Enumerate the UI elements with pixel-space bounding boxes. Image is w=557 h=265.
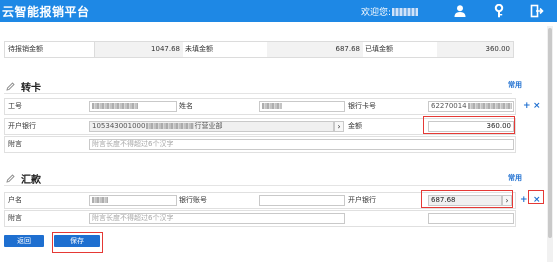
highlight-box xyxy=(423,116,515,134)
account-name-label: 户名 xyxy=(8,196,22,204)
highlight-box xyxy=(52,232,103,253)
transfer-add-button[interactable]: + xyxy=(523,102,531,111)
transfer-row-3: 附言 附言长度不得超过6个汉字 xyxy=(4,136,516,153)
card-no-label: 银行卡号 xyxy=(348,102,376,110)
remit-amount-input[interactable] xyxy=(428,213,514,224)
divider xyxy=(4,185,512,186)
user-icon[interactable] xyxy=(453,4,467,18)
username-redacted xyxy=(392,8,419,16)
back-button[interactable]: 返回 xyxy=(4,235,44,247)
transfer-section-header: 转卡 xyxy=(6,79,41,94)
card-no-input[interactable]: 62270014 xyxy=(428,101,514,112)
welcome-label: 欢迎您: xyxy=(361,8,392,18)
remit-section-title: 汇款 xyxy=(21,175,41,186)
filled-amount-label: 已填金额 xyxy=(365,45,393,53)
filled-amount-value: 360.00 xyxy=(437,42,513,57)
key-icon[interactable] xyxy=(492,4,506,18)
unfilled-amount-value: 687.68 xyxy=(267,42,363,57)
remit-common-link[interactable]: 常用 xyxy=(508,173,522,183)
emp-no-input[interactable] xyxy=(89,101,177,112)
transfer-common-link[interactable]: 常用 xyxy=(508,80,522,90)
highlight-box xyxy=(528,190,544,204)
top-header: 云智能报销平台 欢迎您: xyxy=(0,0,557,22)
account-name-input[interactable] xyxy=(89,195,177,206)
remit-remark-label: 附言 xyxy=(8,214,22,222)
name-label: 姓名 xyxy=(179,102,193,110)
highlight-box xyxy=(421,190,513,208)
remit-row-2: 附言 附言长度不得超过6个汉字 xyxy=(4,210,516,227)
scrollbar-thumb[interactable] xyxy=(548,28,552,238)
name-input[interactable] xyxy=(259,101,345,112)
remit-bank-label: 开户银行 xyxy=(348,196,376,204)
pending-amount-value: 1047.68 xyxy=(95,42,183,57)
app-title: 云智能报销平台 xyxy=(2,5,90,19)
pencil-icon xyxy=(6,82,15,91)
remit-section-header: 汇款 xyxy=(6,171,41,186)
transfer-section-title: 转卡 xyxy=(21,83,41,94)
unfilled-amount-label: 未填金额 xyxy=(185,45,213,53)
transfer-remove-button[interactable]: × xyxy=(533,102,541,111)
bank-label: 开户银行 xyxy=(8,122,36,130)
transfer-row-1: 工号 姓名 银行卡号 62270014 xyxy=(4,98,516,115)
chevron-right-icon[interactable]: › xyxy=(334,121,344,132)
bank-select[interactable]: 105343001000 行营业部 xyxy=(89,121,334,132)
bank-account-input[interactable] xyxy=(259,195,345,206)
remit-remark-input[interactable]: 附言长度不得超过6个汉字 xyxy=(89,213,345,224)
bank-suffix: 行营业部 xyxy=(194,122,223,130)
divider xyxy=(4,93,512,94)
remark-label: 附言 xyxy=(8,140,22,148)
emp-no-label: 工号 xyxy=(8,102,22,110)
card-no-value: 62270014 xyxy=(431,102,467,110)
remit-add-button[interactable]: + xyxy=(520,196,528,205)
page-scrollbar[interactable] xyxy=(547,26,553,262)
amount-summary: 待报销金额 1047.68 未填金额 687.68 已填金额 360.00 xyxy=(4,41,514,58)
transfer-remark-input[interactable]: 附言长度不得超过6个汉字 xyxy=(89,139,514,150)
pencil-icon xyxy=(6,174,15,183)
bank-account-label: 银行账号 xyxy=(179,196,207,204)
amount-label: 金额 xyxy=(348,122,362,130)
welcome-text: 欢迎您: xyxy=(361,5,419,18)
logout-icon[interactable] xyxy=(530,4,544,18)
pending-amount-label: 待报销金额 xyxy=(8,45,43,53)
bank-value: 105343001000 xyxy=(92,122,146,130)
